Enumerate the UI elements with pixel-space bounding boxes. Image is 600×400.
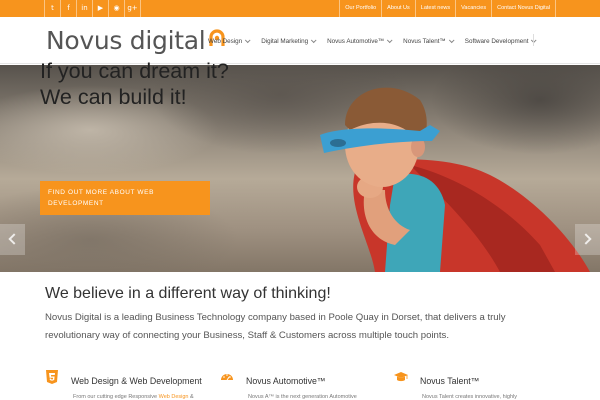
feature-desc-text: From our cutting edge Responsive <box>73 394 159 400</box>
page: t f in ▶ ◉ g+ Our Portfolio About Us Lat… <box>0 0 600 400</box>
social-links: t f in ▶ ◉ g+ <box>44 0 141 17</box>
chevron-right-icon <box>580 233 592 245</box>
top-bar: t f in ▶ ◉ g+ Our Portfolio About Us Lat… <box>0 0 600 17</box>
feature-title: Novus Automotive™ <box>246 376 326 386</box>
nav-item-web-design[interactable]: Web Design <box>208 34 251 48</box>
top-link-contact[interactable]: Contact Novus Digital <box>491 0 556 17</box>
nav-label: Web Design <box>208 37 243 45</box>
logo-text: Novus digital <box>46 25 206 55</box>
web-design-link[interactable]: Web Design <box>159 394 189 400</box>
intro-paragraph: Novus Digital is a leading Business Tech… <box>45 312 506 341</box>
nav-label: Novus Talent™ <box>403 37 446 45</box>
site-header: Novus digital Web Design Digital Marketi… <box>0 17 600 64</box>
linkedin-icon[interactable]: in <box>76 0 92 17</box>
top-link-portfolio[interactable]: Our Portfolio <box>339 0 381 17</box>
nav-label: Novus Automotive™ <box>327 37 385 45</box>
top-link-about[interactable]: About Us <box>381 0 415 17</box>
googleplus-icon[interactable]: g+ <box>124 0 141 17</box>
nav-item-novus-talent[interactable]: Novus Talent™ <box>403 34 455 48</box>
feature-description: Novus Talent creates innovative, highly <box>422 394 517 400</box>
speedometer-icon <box>221 374 233 381</box>
nav-item-novus-automotive[interactable]: Novus Automotive™ <box>327 34 393 48</box>
feature-novus-talent[interactable]: Novus Talent™ Novus Talent creates innov… <box>394 370 517 400</box>
nav-item-software-development[interactable]: Software Development <box>464 34 537 48</box>
feature-novus-automotive[interactable]: Novus Automotive™ Novus A™ is the next g… <box>220 370 357 400</box>
nav-label: Software Development <box>464 37 529 45</box>
feature-web-design[interactable]: Web Design & Web Development From our cu… <box>45 370 202 400</box>
top-links: Our Portfolio About Us Latest news Vacan… <box>339 0 556 17</box>
slider-prev-button[interactable] <box>0 224 25 255</box>
chevron-down-icon <box>448 37 455 44</box>
chevron-down-icon <box>310 37 317 44</box>
html5-icon <box>46 370 58 384</box>
feature-description: Novus A™ is the next generation Automoti… <box>248 394 357 400</box>
chevron-left-icon <box>8 233 20 245</box>
chevron-down-icon <box>245 37 251 44</box>
chevron-down-icon <box>387 37 393 44</box>
top-link-vacancies[interactable]: Vacancies <box>455 0 491 17</box>
section-headline: We believe in a different way of thinkin… <box>45 285 331 302</box>
feature-title: Novus Talent™ <box>420 376 480 386</box>
nav-item-digital-marketing[interactable]: Digital Marketing <box>261 34 317 48</box>
feature-desc-text: & <box>188 394 194 400</box>
rss-icon[interactable]: ◉ <box>108 0 124 17</box>
logo[interactable]: Novus digital <box>46 24 227 56</box>
features-row: Web Design & Web Development From our cu… <box>0 370 600 400</box>
top-link-news[interactable]: Latest news <box>414 0 455 17</box>
main-nav: Web Design Digital Marketing Novus Autom… <box>208 34 547 48</box>
slider-next-button[interactable] <box>575 224 600 255</box>
feature-description: From our cutting edge Responsive Web Des… <box>73 394 194 400</box>
hero-title: If you can dream it? We can build it! <box>40 59 229 109</box>
nav-divider <box>533 34 534 46</box>
nav-label: Digital Marketing <box>261 37 309 45</box>
facebook-icon[interactable]: f <box>60 0 76 17</box>
graduation-cap-icon <box>394 372 408 382</box>
feature-title: Web Design & Web Development <box>71 376 202 386</box>
hero-cta-button[interactable]: FIND OUT MORE ABOUT WEB DEVELOPMENT <box>40 181 210 215</box>
hero-boy-illustration <box>320 87 590 272</box>
twitter-icon[interactable]: t <box>44 0 60 17</box>
youtube-icon[interactable]: ▶ <box>92 0 108 17</box>
